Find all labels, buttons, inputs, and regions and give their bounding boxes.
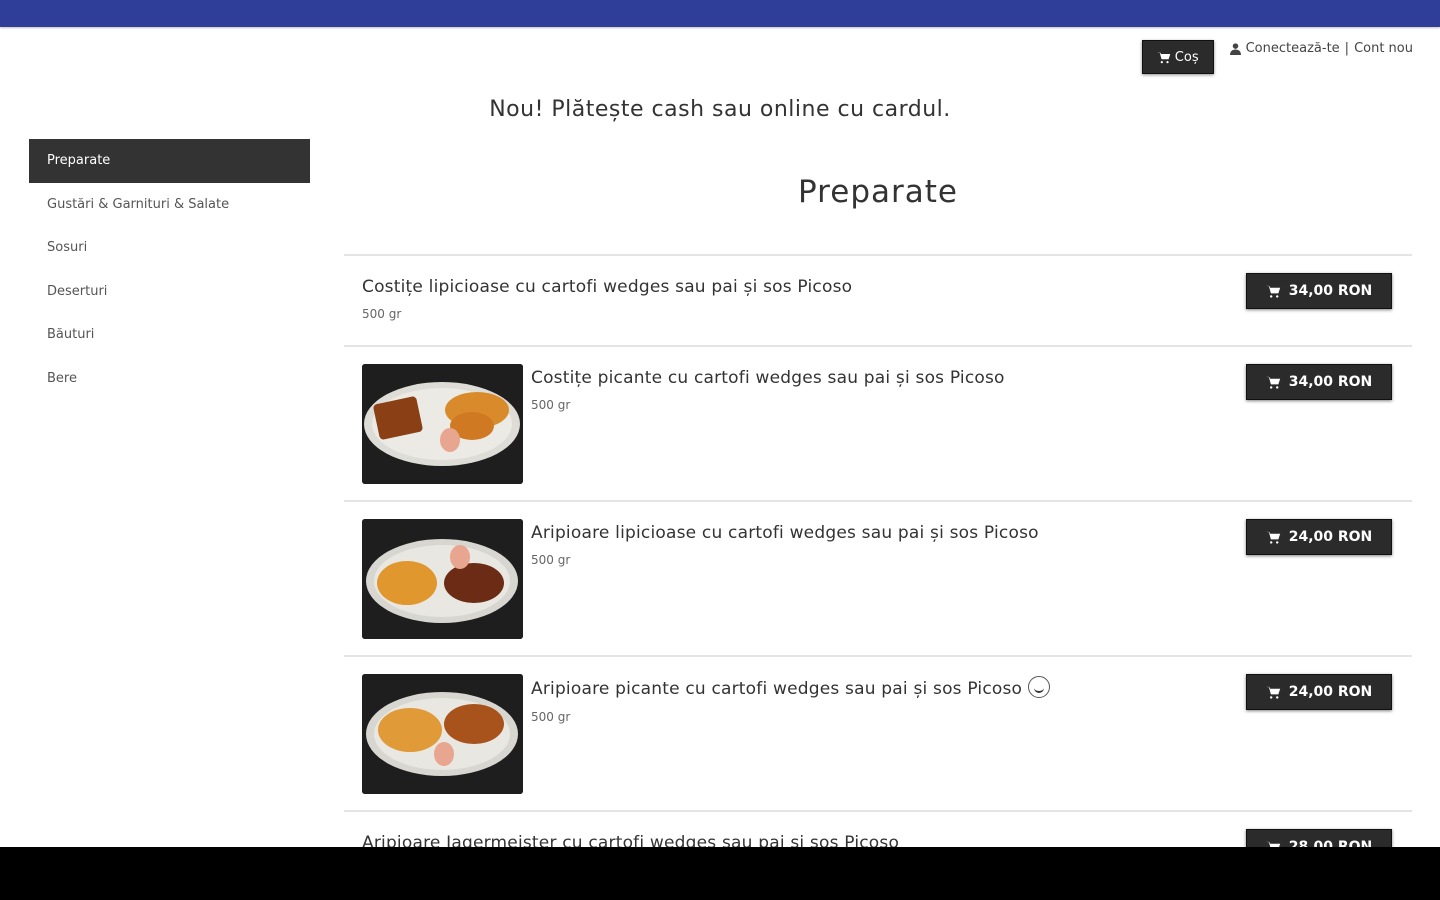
cart-icon [1265, 531, 1280, 544]
cart-button[interactable]: Coș [1141, 40, 1214, 74]
product-list: Preparate Costițe lipicioase cu cartofi … [344, 160, 1412, 900]
product-image[interactable] [362, 364, 523, 484]
cart-icon [1265, 285, 1280, 298]
product-name-text: Aripioare picante cu cartofi wedges sau … [531, 679, 1023, 699]
sidebar-item-bauturi[interactable]: Băuturi [29, 313, 310, 357]
add-to-cart-button[interactable]: 24,00 RON [1246, 519, 1392, 555]
account-separator: | [1344, 41, 1350, 56]
spicy-icon [1028, 676, 1051, 698]
payment-notice: Nou! Plătește cash sau online cu cardul. [489, 97, 951, 122]
cart-icon [1265, 376, 1280, 389]
top-bar [0, 0, 1440, 27]
product-item: Costițe picante cu cartofi wedges sau pa… [344, 347, 1412, 502]
user-icon [1229, 42, 1241, 55]
sidebar-item-deserturi[interactable]: Deserturi [29, 270, 310, 314]
product-info: Aripioare lipicioase cu cartofi wedges s… [531, 523, 1039, 567]
product-item: Aripioare picante cu cartofi wedges sau … [344, 657, 1412, 812]
sidebar-item-gustari[interactable]: Gustări & Garnituri & Salate [29, 183, 310, 227]
system-navigation-bar [0, 847, 1440, 900]
product-name[interactable]: Aripioare lipicioase cu cartofi wedges s… [531, 523, 1039, 543]
section-title: Preparate [798, 174, 958, 210]
category-sidebar: Preparate Gustări & Garnituri & Salate S… [29, 139, 310, 400]
sidebar-item-bere[interactable]: Bere [29, 357, 310, 401]
sidebar-item-preparate[interactable]: Preparate [29, 139, 310, 183]
product-weight: 500 gr [531, 710, 571, 724]
add-to-cart-button[interactable]: 34,00 RON [1246, 364, 1392, 400]
add-to-cart-button[interactable]: 24,00 RON [1246, 674, 1392, 710]
product-item: Costițe lipicioase cu cartofi wedges sau… [344, 256, 1412, 347]
cart-icon [1265, 686, 1280, 699]
product-info: Costițe picante cu cartofi wedges sau pa… [531, 368, 1005, 412]
product-image[interactable] [362, 519, 523, 639]
cart-label: Coș [1174, 49, 1199, 65]
product-name[interactable]: Costițe lipicioase cu cartofi wedges sau… [362, 277, 852, 297]
account-links: Conectează-te | Cont nou [1229, 41, 1413, 56]
register-link[interactable]: Cont nou [1354, 41, 1413, 56]
price-label: 34,00 RON [1288, 374, 1373, 390]
product-name[interactable]: Costițe picante cu cartofi wedges sau pa… [531, 368, 1005, 388]
header-actions: Coș Conectează-te | Cont nou [1141, 40, 1413, 74]
product-weight: 500 gr [531, 398, 571, 412]
product-image[interactable] [362, 674, 523, 794]
add-to-cart-button[interactable]: 34,00 RON [1246, 273, 1392, 309]
price-label: 34,00 RON [1288, 283, 1373, 299]
sidebar-item-sosuri[interactable]: Sosuri [29, 226, 310, 270]
login-link[interactable]: Conectează-te [1246, 41, 1340, 56]
cart-icon [1156, 51, 1171, 63]
product-info: Aripioare picante cu cartofi wedges sau … [531, 676, 1051, 724]
product-name[interactable]: Aripioare picante cu cartofi wedges sau … [531, 676, 1051, 700]
product-info: Costițe lipicioase cu cartofi wedges sau… [362, 277, 852, 321]
product-weight: 500 gr [362, 307, 402, 321]
product-item: Aripioare lipicioase cu cartofi wedges s… [344, 502, 1412, 657]
price-label: 24,00 RON [1288, 529, 1373, 545]
price-label: 24,00 RON [1288, 684, 1373, 700]
product-weight: 500 gr [531, 553, 571, 567]
